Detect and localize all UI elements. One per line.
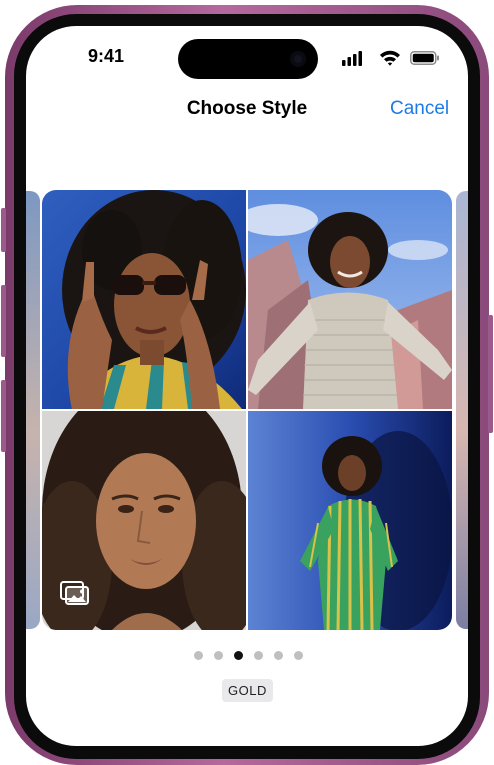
photo-green-dress xyxy=(248,411,452,630)
action-button xyxy=(1,208,6,252)
photo-portrait xyxy=(42,411,246,630)
power-button xyxy=(488,315,493,433)
photo-library-icon[interactable] xyxy=(60,581,90,605)
status-time: 9:41 xyxy=(88,46,125,66)
cancel-button[interactable]: Cancel xyxy=(390,98,449,120)
battery-icon xyxy=(410,51,439,65)
wifi-icon xyxy=(380,50,400,66)
page-dot[interactable] xyxy=(214,651,223,660)
page-dot[interactable] xyxy=(294,651,303,660)
page-dot-active[interactable] xyxy=(234,651,243,660)
page-dot[interactable] xyxy=(194,651,203,660)
page-indicator[interactable] xyxy=(194,651,303,660)
front-camera-icon xyxy=(290,51,306,67)
status-icons xyxy=(342,50,439,66)
photo-striped-top xyxy=(248,190,452,409)
volume-up-button xyxy=(1,285,6,357)
page-dot[interactable] xyxy=(274,651,283,660)
volume-down-button xyxy=(1,380,6,452)
next-style-card[interactable] xyxy=(456,191,468,629)
photo-sunglasses xyxy=(42,190,246,409)
style-preview-grid[interactable] xyxy=(42,190,452,630)
screen: 9:41 Choose Style Cancel GOLD xyxy=(26,26,468,746)
previous-style-card[interactable] xyxy=(26,191,40,629)
dynamic-island xyxy=(178,39,318,79)
cellular-signal-icon xyxy=(342,51,362,66)
page-dot[interactable] xyxy=(254,651,263,660)
style-name-badge: GOLD xyxy=(222,679,273,702)
